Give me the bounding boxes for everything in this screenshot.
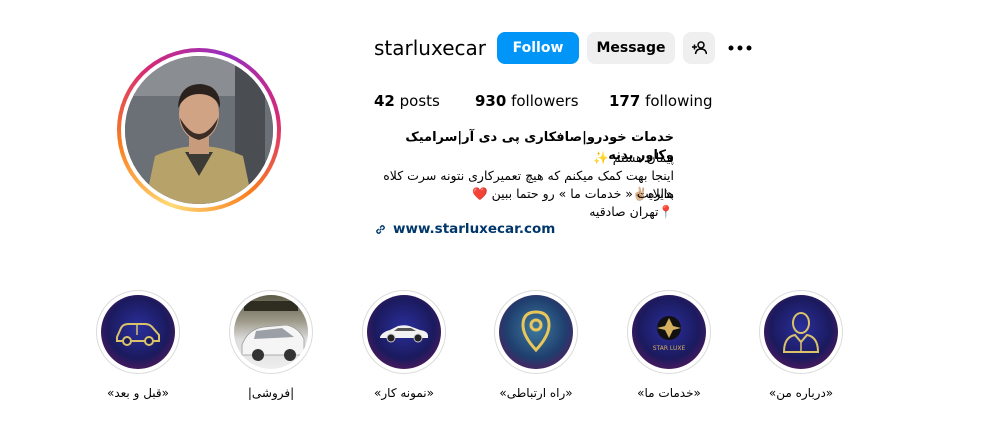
posts-number: 42 [374, 92, 395, 110]
highlight-label: «خدمات ما» [637, 386, 701, 400]
website-link-text: www.starluxecar.com [393, 221, 556, 237]
white-car-photo [241, 301, 305, 361]
highlight-label: «درباره من» [768, 386, 834, 400]
highlight-before-after[interactable] [96, 290, 180, 374]
highlight-contact[interactable] [494, 290, 578, 374]
highlight-portfolio[interactable] [362, 290, 446, 374]
highlight-about-me[interactable] [759, 290, 843, 374]
username: starluxecar [374, 36, 486, 60]
svg-text:STAR LUXE: STAR LUXE [653, 345, 686, 352]
followers-number: 930 [475, 92, 507, 110]
more-options-icon[interactable] [724, 32, 756, 64]
following-number: 177 [609, 92, 641, 110]
highlight-label: «نمونه کار» [374, 386, 434, 400]
person-icon [782, 312, 820, 353]
follow-button[interactable]: Follow [497, 32, 579, 64]
link-icon [376, 224, 385, 234]
highlight-cover [101, 295, 175, 369]
following-count[interactable]: 177 following [609, 92, 713, 110]
highlight-for-sale[interactable] [229, 290, 313, 374]
posts-count: 42 posts [374, 92, 440, 110]
location-pin-icon [521, 310, 551, 353]
bio-line: هایلایت « خدمات ما » رو حتما ببین ❤️ [472, 186, 674, 201]
bio-line: پیمان هستم ✨ [593, 150, 674, 165]
highlight-services[interactable]: STAR LUXE [627, 290, 711, 374]
profile-avatar-ring[interactable] [117, 48, 281, 212]
add-user-button[interactable] [683, 32, 715, 64]
followers-count[interactable]: 930 followers [475, 92, 579, 110]
avatar-photo [125, 56, 273, 204]
highlight-cover [234, 295, 308, 369]
highlight-label: «راه ارتباطی» [499, 386, 573, 400]
highlight-cover: STAR LUXE [632, 295, 706, 369]
highlight-cover [764, 295, 838, 369]
following-label: following [645, 92, 713, 110]
message-button[interactable]: Message [587, 32, 675, 64]
add-user-icon [692, 41, 707, 55]
bio-line: 📍تهران صادقیه [589, 204, 674, 219]
highlight-label: «قبل و بعد» [107, 386, 169, 400]
highlight-cover [367, 295, 441, 369]
highlight-cover [499, 295, 573, 369]
website-link[interactable]: www.starluxecar.com [374, 221, 555, 237]
star-luxe-logo: STAR LUXE [653, 316, 686, 352]
avatar [125, 56, 273, 204]
car-outline-icon [116, 323, 160, 346]
highlight-label: |فروشی| [247, 386, 295, 400]
sports-car-icon [380, 325, 428, 343]
posts-label: posts [399, 92, 440, 110]
followers-label: followers [511, 92, 579, 110]
